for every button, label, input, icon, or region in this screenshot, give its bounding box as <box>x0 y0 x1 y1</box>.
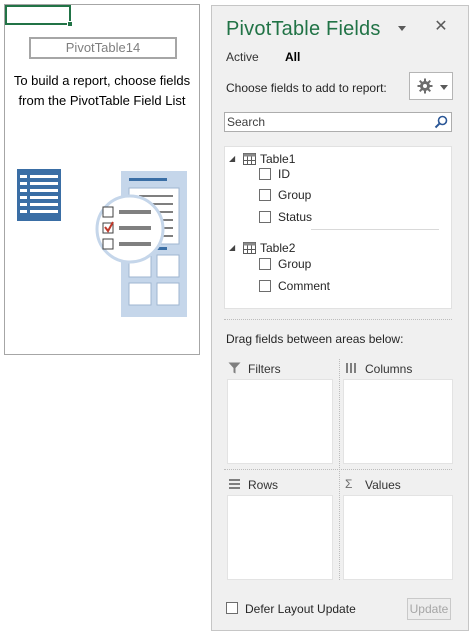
field-label: Status <box>278 210 313 224</box>
pivot-placeholder: PivotTable14 To build a report, choose f… <box>4 4 200 355</box>
filters-drop-area[interactable] <box>227 379 333 464</box>
columns-drop-area[interactable] <box>343 379 453 464</box>
field-label: Group <box>278 257 312 271</box>
pivot-illustration-icon <box>17 169 187 317</box>
defer-label: Defer Layout Update <box>245 602 356 616</box>
field-checkbox[interactable] <box>259 258 271 270</box>
tab-active[interactable]: Active <box>226 50 259 64</box>
tools-button[interactable] <box>409 72 453 100</box>
search-icon[interactable] <box>434 115 448 129</box>
sigma-icon: Σ <box>345 477 353 491</box>
field-label: Group <box>278 188 312 202</box>
rows-icon <box>229 479 240 489</box>
collapse-triangle-icon[interactable]: ◢ <box>229 154 235 163</box>
rows-drop-area[interactable] <box>227 495 333 580</box>
active-cell[interactable] <box>5 5 73 27</box>
table-icon <box>243 153 256 165</box>
table-name: Table2 <box>260 241 296 255</box>
table-divider <box>311 229 439 230</box>
drag-fields-label: Drag fields between areas below: <box>226 332 404 346</box>
area-label: Columns <box>365 362 413 376</box>
tab-all[interactable]: All <box>285 50 300 64</box>
pivot-instruction: To build a report, choose fields from th… <box>13 73 191 108</box>
field-checkbox[interactable] <box>259 280 271 292</box>
pivot-table-name: PivotTable14 <box>29 37 177 59</box>
values-drop-area[interactable] <box>343 495 453 580</box>
field-label: Comment <box>278 279 331 293</box>
field-label: ID <box>278 167 290 181</box>
field-checkbox[interactable] <box>259 189 271 201</box>
field-checkbox[interactable] <box>259 168 271 180</box>
field-list: ◢ Table1 ID Group Status ◢ Table2 Group … <box>224 146 452 309</box>
pivot-fields-panel: PivotTable Fields ✕ Active All Choose fi… <box>211 5 469 631</box>
search-input[interactable] <box>225 113 425 131</box>
gear-icon <box>417 78 433 94</box>
field-checkbox[interactable] <box>259 211 271 223</box>
search-field[interactable] <box>224 112 452 132</box>
close-icon[interactable]: ✕ <box>432 18 450 36</box>
choose-fields-label: Choose fields to add to report: <box>226 81 387 95</box>
panel-title: PivotTable Fields <box>226 18 381 40</box>
splitter[interactable] <box>224 319 452 320</box>
fill-handle[interactable] <box>67 21 73 27</box>
collapse-triangle-icon[interactable]: ◢ <box>229 243 235 252</box>
defer-checkbox[interactable] <box>226 602 238 614</box>
chevron-down-icon <box>440 85 448 90</box>
table-name: Table1 <box>260 152 296 166</box>
columns-icon <box>346 363 356 373</box>
table-icon <box>243 242 256 254</box>
chevron-down-icon[interactable] <box>398 26 406 31</box>
area-divider-horizontal <box>224 469 452 470</box>
area-label: Rows <box>248 478 279 492</box>
area-label: Values <box>365 478 401 492</box>
area-label: Filters <box>248 362 281 376</box>
update-button: Update <box>407 598 451 620</box>
filter-icon <box>228 362 241 374</box>
